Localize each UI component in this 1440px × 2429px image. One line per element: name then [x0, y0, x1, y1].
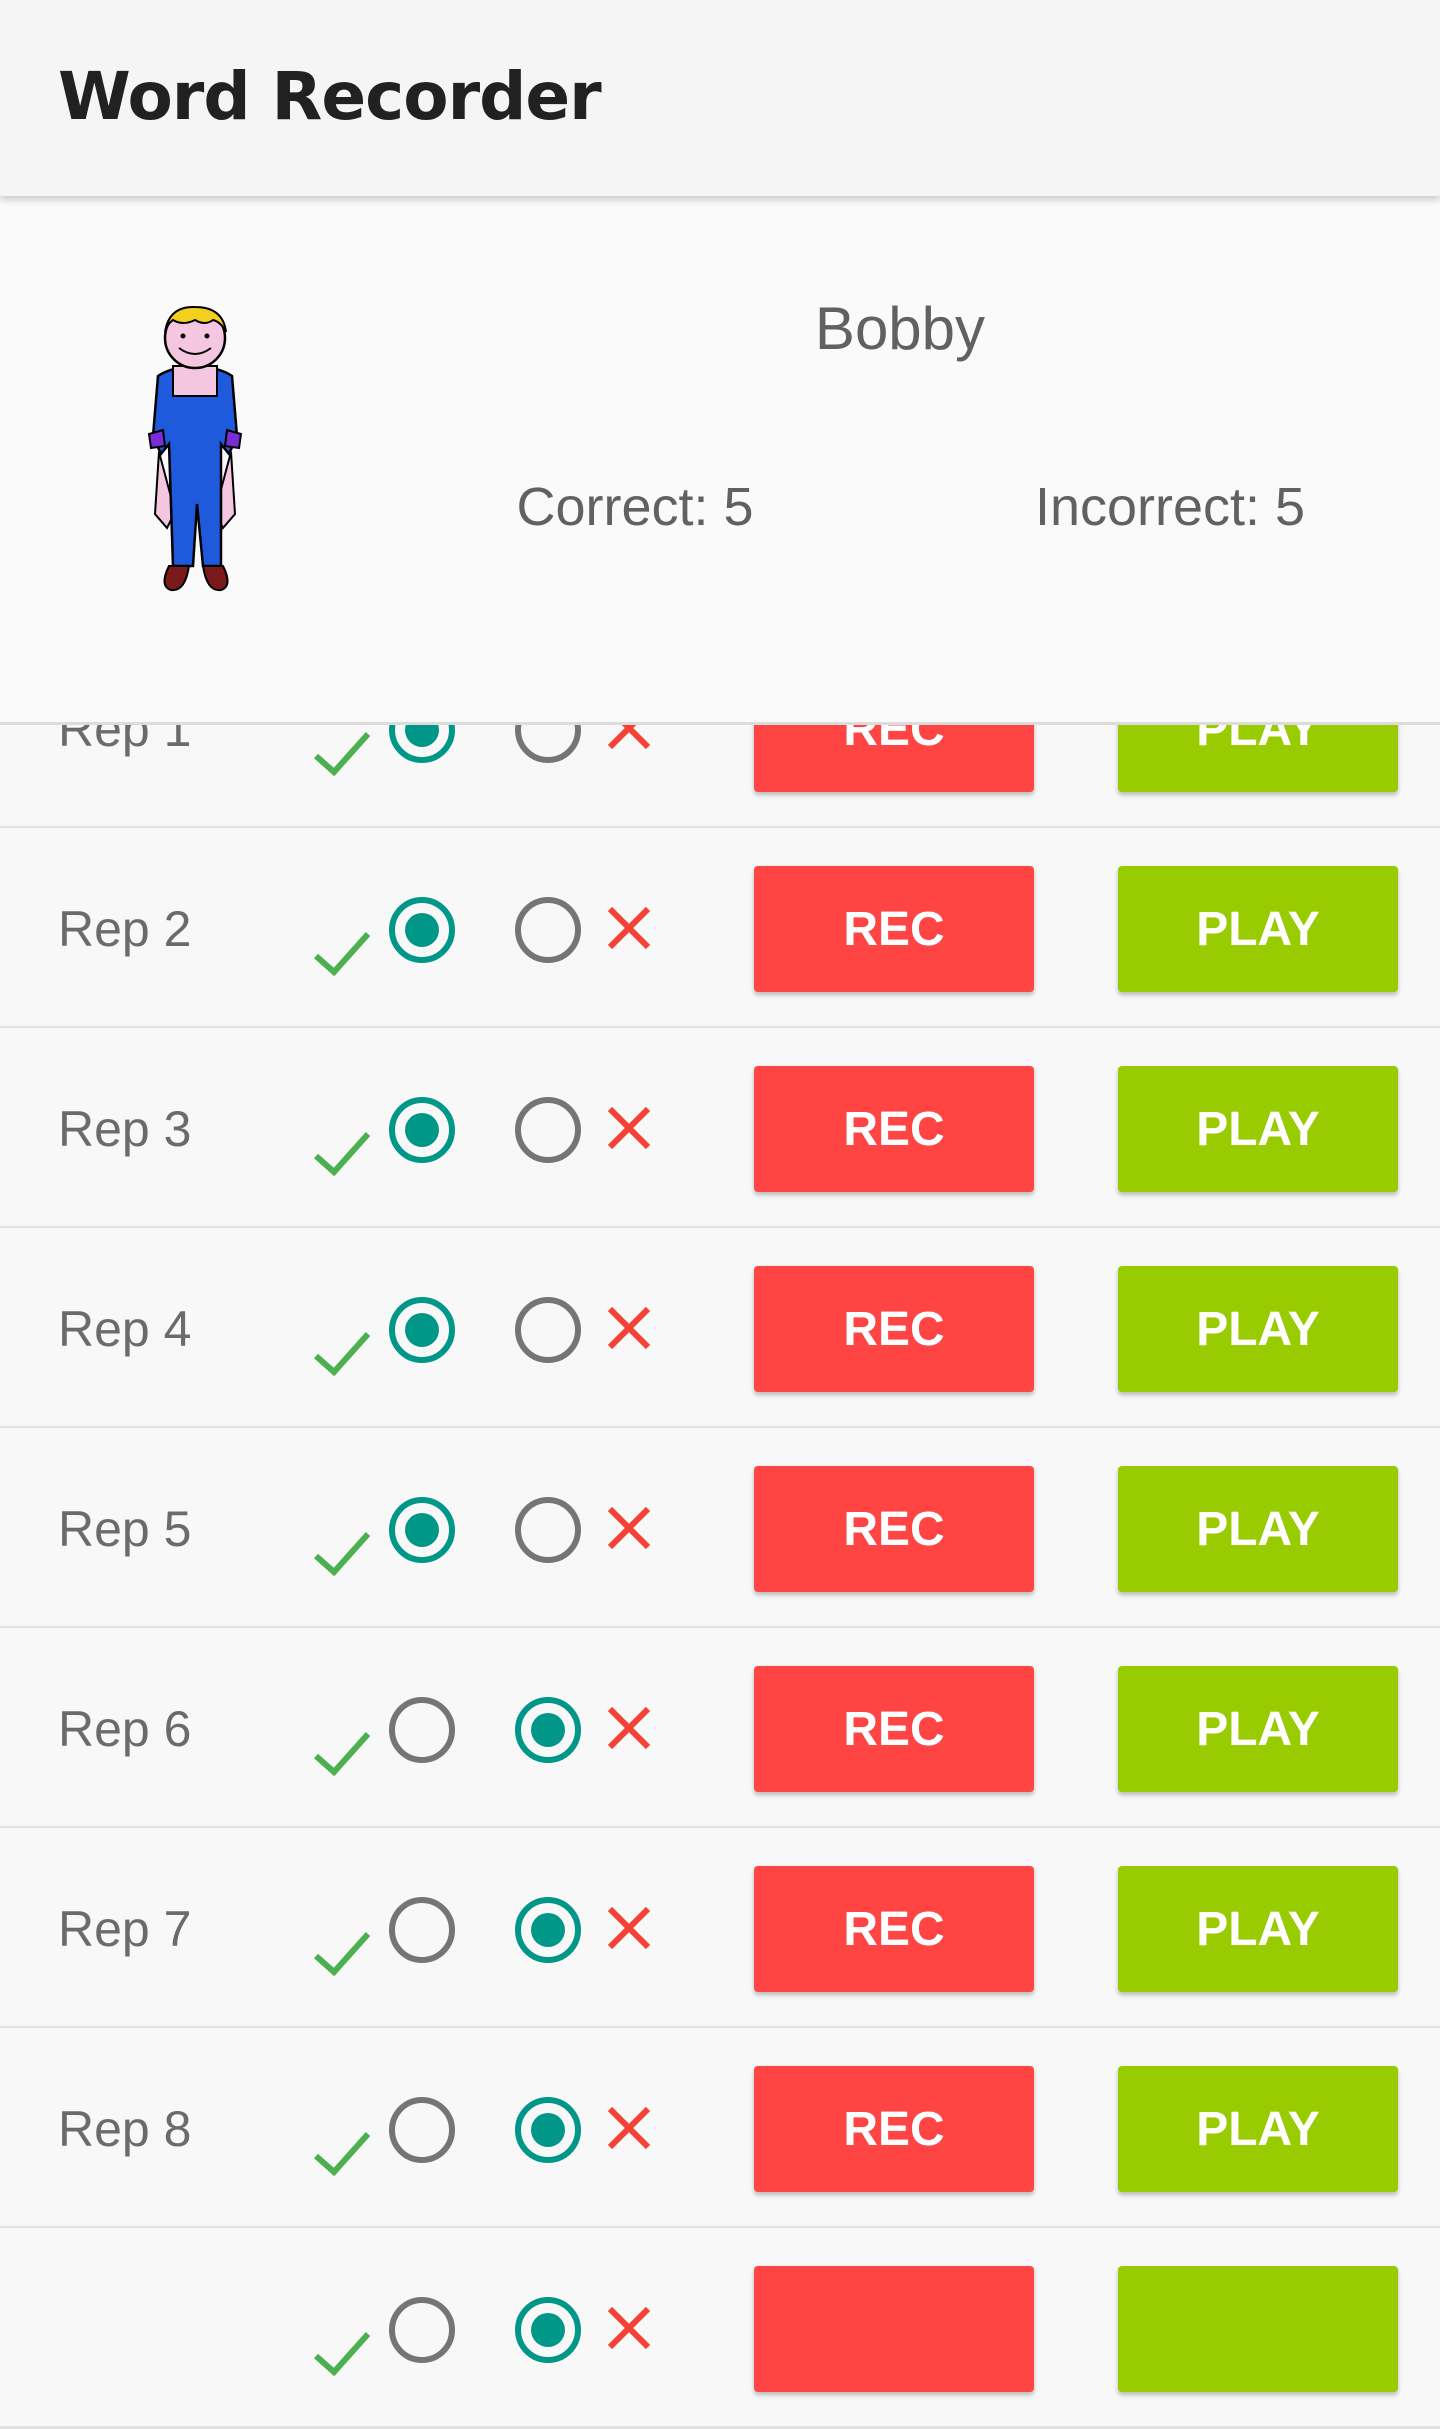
rec-button[interactable]: REC [754, 1866, 1034, 1992]
check-icon [314, 2331, 371, 2377]
cross-icon [607, 1106, 651, 1150]
play-button[interactable]: PLAY [1118, 1866, 1398, 1992]
rec-button[interactable]: REC [754, 1266, 1034, 1392]
radio-correct[interactable] [386, 1094, 458, 1166]
check-icon [314, 931, 371, 977]
play-button[interactable]: PLAY [1118, 2066, 1398, 2192]
radio-incorrect[interactable] [512, 2094, 584, 2166]
rep-label: Rep 5 [58, 1501, 192, 1557]
rep-row-5: Rep 5 REC PLAY [0, 1428, 1440, 1629]
rep-label: Rep 7 [58, 1901, 192, 1957]
check-icon [314, 2131, 371, 2177]
rep-row-2: Rep 2 REC PLAY [0, 828, 1440, 1029]
radio-incorrect[interactable] [512, 1294, 584, 1366]
rec-button[interactable]: REC [754, 1466, 1034, 1592]
rep-row-7: Rep 7 REC PLAY [0, 1828, 1440, 2029]
cross-icon [607, 2106, 651, 2150]
rep-label: Rep 6 [58, 1701, 192, 1757]
app-bar: Word Recorder [0, 0, 1440, 196]
radio-correct[interactable] [386, 1694, 458, 1766]
check-icon [314, 1331, 371, 1377]
rep-label: Rep 2 [58, 901, 192, 957]
rec-button[interactable] [754, 2266, 1034, 2392]
radio-incorrect[interactable] [512, 1894, 584, 1966]
profile-header: Bobby Correct: 5 Incorrect: 5 [0, 196, 1440, 725]
cross-icon [607, 2306, 651, 2350]
cross-icon [607, 906, 651, 950]
play-button[interactable]: PLAY [1118, 1066, 1398, 1192]
radio-correct[interactable] [386, 1494, 458, 1566]
rec-button[interactable]: REC [754, 866, 1034, 992]
rep-row-4: Rep 4 REC PLAY [0, 1228, 1440, 1429]
check-icon [314, 731, 371, 777]
check-icon [314, 1531, 371, 1577]
rep-row-8: Rep 8 REC PLAY [0, 2028, 1440, 2229]
rec-button[interactable]: REC [754, 1666, 1034, 1792]
radio-correct[interactable] [386, 1294, 458, 1366]
rep-row-6: Rep 6 REC PLAY [0, 1628, 1440, 1829]
rec-button[interactable]: REC [754, 1066, 1034, 1192]
rep-row-3: Rep 3 REC PLAY [0, 1028, 1440, 1229]
radio-correct[interactable] [386, 894, 458, 966]
play-button[interactable]: PLAY [1118, 1266, 1398, 1392]
play-button[interactable]: PLAY [1118, 866, 1398, 992]
rep-label: Rep 3 [58, 1101, 192, 1157]
rec-button[interactable]: REC [754, 2066, 1034, 2192]
incorrect-count: Incorrect: 5 [1034, 477, 1306, 537]
radio-correct[interactable] [386, 2094, 458, 2166]
cross-icon [607, 1506, 651, 1550]
radio-incorrect[interactable] [512, 1094, 584, 1166]
correct-count: Correct: 5 [516, 477, 754, 537]
rep-row-9 [0, 2228, 1440, 2429]
cross-icon [607, 1906, 651, 1950]
play-button[interactable] [1118, 2266, 1398, 2392]
app-title: Word Recorder [58, 58, 602, 135]
check-icon [314, 1131, 371, 1177]
check-icon [314, 1931, 371, 1977]
cross-icon [607, 1306, 651, 1350]
boy-avatar-icon [147, 305, 243, 592]
rep-label: Rep 8 [58, 2101, 192, 2157]
cross-icon [607, 1706, 651, 1750]
radio-incorrect[interactable] [512, 894, 584, 966]
child-name: Bobby [814, 295, 986, 362]
radio-incorrect[interactable] [512, 1694, 584, 1766]
radio-correct[interactable] [386, 2294, 458, 2366]
radio-incorrect[interactable] [512, 2294, 584, 2366]
check-icon [314, 1731, 371, 1777]
play-button[interactable]: PLAY [1118, 1466, 1398, 1592]
radio-incorrect[interactable] [512, 1494, 584, 1566]
radio-correct[interactable] [386, 1894, 458, 1966]
rep-label: Rep 4 [58, 1301, 192, 1357]
play-button[interactable]: PLAY [1118, 1666, 1398, 1792]
